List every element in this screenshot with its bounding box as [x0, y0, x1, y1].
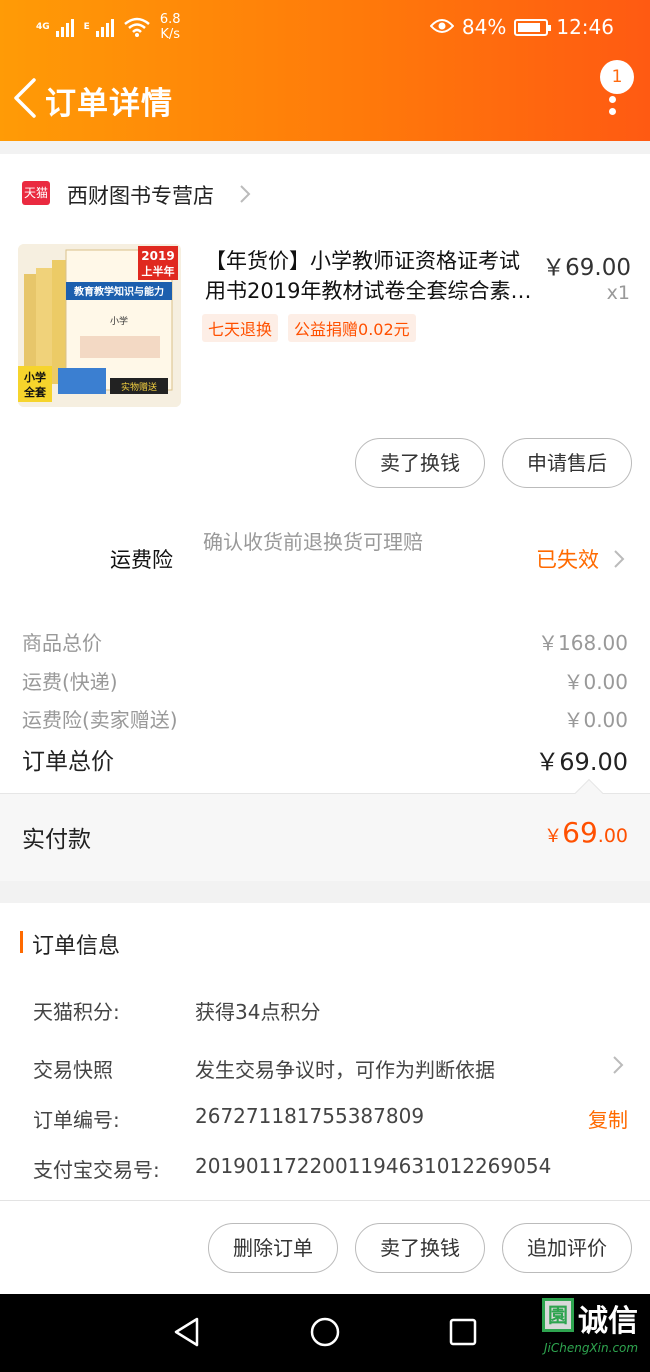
- alipay-value: 2019011722001194631012269054: [195, 1154, 552, 1178]
- tmall-icon: 天猫: [22, 181, 50, 205]
- add-review-button[interactable]: 追加评价: [502, 1223, 632, 1273]
- message-badge[interactable]: 1: [600, 60, 634, 94]
- shipping-fee-label: 运费(快递): [22, 670, 118, 694]
- product-thumbnail[interactable]: 2019 上半年 教育教学知识与能力 小学 实物赠送 小学 全套: [18, 244, 181, 407]
- nav-recents-icon[interactable]: [449, 1316, 477, 1348]
- after-sale-button[interactable]: 申请售后: [502, 438, 632, 488]
- tag-charity: 公益捐赠0.02元: [288, 314, 416, 342]
- goods-total-label: 商品总价: [22, 631, 102, 655]
- goods-total-value: ￥168.00: [538, 631, 628, 655]
- insurance-status[interactable]: 已失效: [536, 544, 599, 574]
- sell-item-button[interactable]: 卖了换钱: [355, 438, 485, 488]
- order-total-row: 订单总价 ￥69.00: [22, 742, 628, 776]
- store-row[interactable]: 天猫 西财图书专营店: [0, 168, 650, 220]
- net-speed-value: 6.8: [159, 12, 181, 27]
- points-value: 获得34点积分: [195, 1000, 321, 1024]
- signal-icon: [55, 17, 78, 37]
- paid-amount-box: 实付款 ￥69.00: [0, 793, 650, 881]
- footer-divider: [0, 1200, 650, 1201]
- battery-icon: [514, 18, 552, 36]
- order-total-label: 订单总价: [22, 749, 114, 775]
- watermark-url: JiChengXin.com: [544, 1341, 639, 1355]
- order-number-key: 订单编号:: [33, 1108, 120, 1132]
- more-dot-icon: [609, 108, 616, 115]
- chevron-right-icon: [240, 185, 251, 203]
- paid-value: ￥69.00: [544, 816, 628, 849]
- paid-label: 实付款: [22, 827, 91, 853]
- cover-half: 上半年: [142, 264, 175, 278]
- paid-decimal: .00: [597, 825, 628, 847]
- product-price: ￥69.00: [542, 255, 631, 281]
- product-tags: 七天退换 公益捐赠0.02元: [202, 314, 416, 342]
- cover-year: 2019: [141, 249, 174, 263]
- product-title[interactable]: 【年货价】小学教师证资格证考试用书2019年教材试卷全套综合素质教育教学知识与能…: [205, 246, 535, 306]
- shipping-insurance-row[interactable]: 运费险 确认收货前退换货可理赔 已失效: [0, 520, 650, 590]
- more-menu-button[interactable]: [602, 90, 624, 146]
- battery-percent: 84%: [461, 15, 507, 39]
- watermark-text: 诚信: [578, 1304, 638, 1339]
- more-dot-icon: [609, 96, 616, 103]
- sell-item-footer-button[interactable]: 卖了换钱: [355, 1223, 485, 1273]
- cover-level: 小学: [110, 315, 128, 327]
- chevron-right-icon: [613, 1056, 624, 1074]
- nav-back-icon[interactable]: [172, 1316, 202, 1348]
- page-title: 订单详情: [45, 86, 173, 122]
- cover-book-title: 教育教学知识与能力: [73, 285, 164, 298]
- section-gap: [0, 881, 650, 903]
- paid-integer: 69: [562, 816, 598, 849]
- cover-gift: 实物赠送: [121, 381, 157, 393]
- network-type-1: 4G: [36, 21, 50, 32]
- tag-return-policy: 七天退换: [202, 314, 279, 342]
- wifi-icon: [124, 17, 150, 37]
- watermark-logo: 園 诚信 JiChengXin.com: [530, 1296, 648, 1362]
- snapshot-value: 发生交易争议时，可作为判断依据: [195, 1058, 495, 1082]
- shipping-fee-row: 运费(快递) ￥0.00: [22, 666, 628, 695]
- order-number-value: 267271181755387809: [195, 1104, 425, 1128]
- section-gap: [0, 141, 650, 154]
- nav-home-icon[interactable]: [309, 1316, 341, 1348]
- network-type-2: E: [83, 21, 90, 32]
- order-total-value: ￥69.00: [535, 748, 628, 776]
- insurance-fee-row: 运费险(卖家赠送) ￥0.00: [22, 704, 628, 733]
- book-cover-image: 2019 上半年 教育教学知识与能力 小学 实物赠送 小学 全套: [18, 244, 181, 407]
- section-marker: [20, 931, 23, 953]
- eye-comfort-icon: [429, 15, 455, 39]
- alipay-key: 支付宝交易号:: [33, 1158, 160, 1182]
- battery-fill: [518, 22, 541, 32]
- signal-icon-2: [95, 17, 118, 37]
- copy-order-number-button[interactable]: 复制: [588, 1104, 628, 1133]
- cover-corner-1: 小学: [23, 370, 46, 384]
- insurance-label: 运费险: [110, 548, 173, 572]
- paid-currency: ￥: [544, 826, 563, 847]
- product-quantity: x1: [606, 282, 630, 304]
- product-item[interactable]: 2019 上半年 教育教学知识与能力 小学 实物赠送 小学 全套 【年货价】小学…: [0, 242, 650, 412]
- cover-corner-2: 全套: [23, 385, 47, 399]
- back-button[interactable]: [8, 74, 44, 122]
- status-bar: 4G E 6.8 K/s 84% 12:46: [0, 0, 650, 54]
- insurance-fee-label: 运费险(卖家赠送): [22, 708, 178, 732]
- insurance-desc: 确认收货前退换货可理赔: [203, 530, 423, 554]
- status-left: 4G E 6.8 K/s: [36, 12, 181, 42]
- shipping-fee-value: ￥0.00: [563, 670, 628, 694]
- nav-bar: 订单详情 1: [0, 60, 650, 140]
- app-header: 4G E 6.8 K/s 84% 12:46 订单详情 1: [0, 0, 650, 141]
- watermark-seal: 園: [542, 1298, 574, 1332]
- goods-total-row: 商品总价 ￥168.00: [22, 627, 628, 656]
- insurance-fee-value: ￥0.00: [563, 708, 628, 732]
- net-speed-unit: K/s: [160, 27, 180, 42]
- chevron-left-icon: [14, 78, 36, 118]
- clock: 12:46: [556, 15, 614, 39]
- delete-order-button[interactable]: 删除订单: [208, 1223, 338, 1273]
- points-key: 天猫积分:: [33, 1000, 120, 1024]
- order-info-title: 订单信息: [32, 934, 121, 959]
- chevron-right-icon: [614, 550, 625, 568]
- net-speed: 6.8 K/s: [160, 12, 181, 42]
- snapshot-key: 交易快照: [33, 1058, 113, 1082]
- store-name[interactable]: 西财图书专营店: [67, 180, 214, 210]
- status-right: 84% 12:46: [429, 15, 614, 39]
